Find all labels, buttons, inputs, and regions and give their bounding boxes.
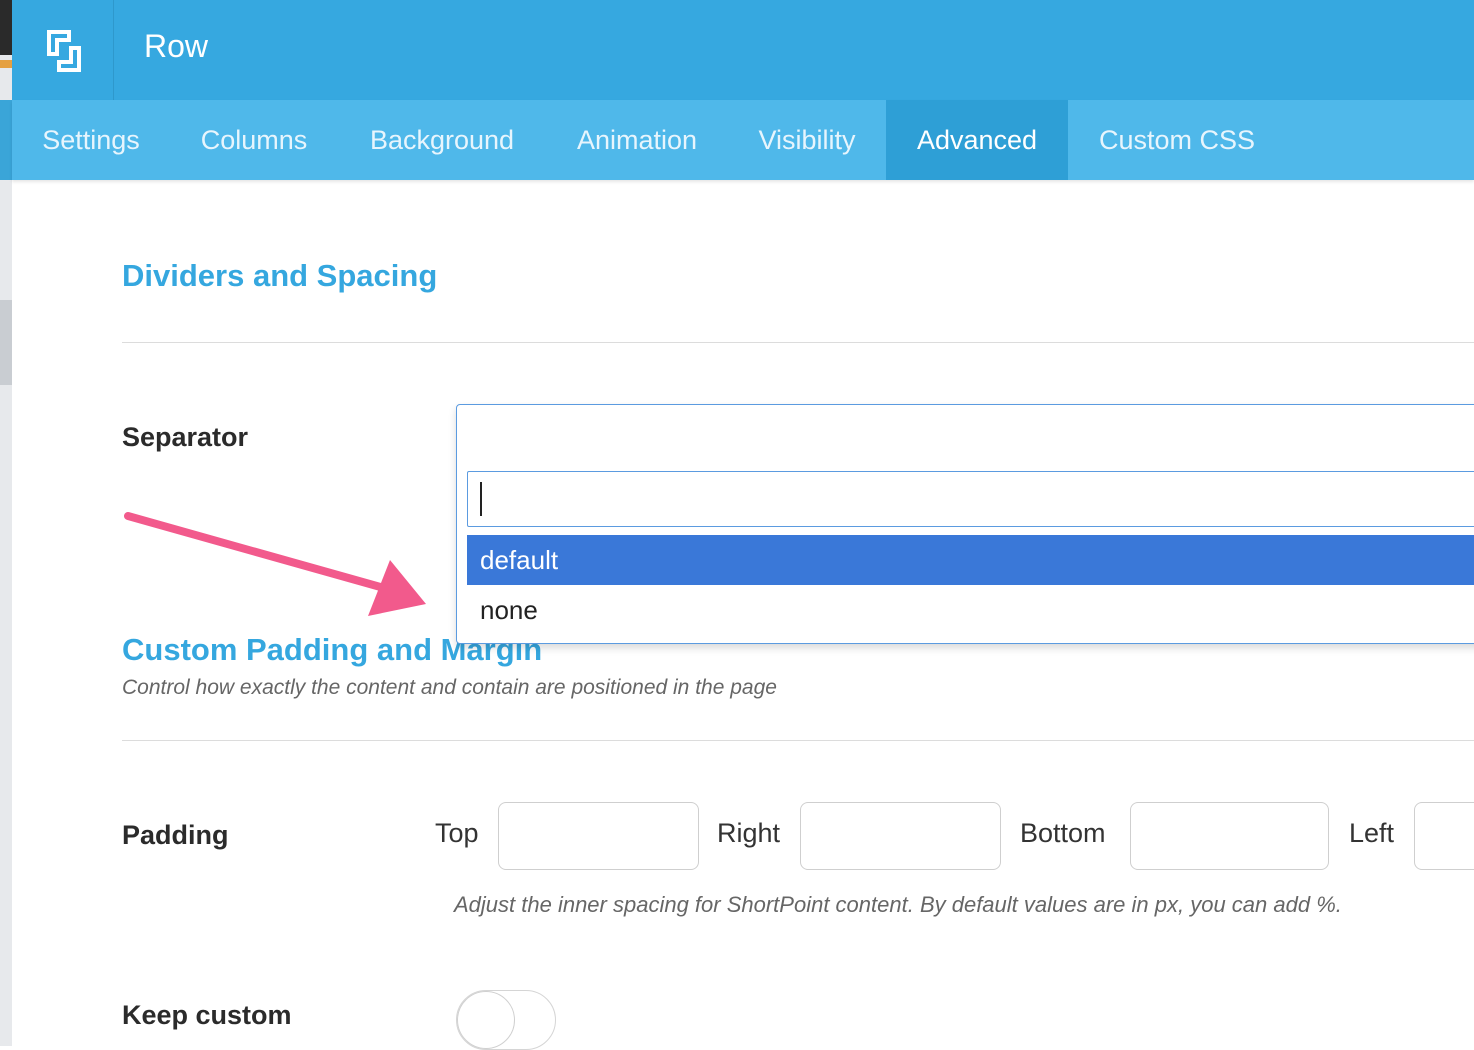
tab-advanced[interactable]: Advanced [886, 100, 1068, 180]
padding-top-input[interactable] [498, 802, 699, 870]
modal-title: Row [144, 28, 209, 64]
tab-animation[interactable]: Animation [546, 100, 728, 180]
padding-label: Padding [122, 820, 229, 850]
keep-custom-label: Keep custom [122, 1000, 292, 1030]
tab-visibility[interactable]: Visibility [728, 100, 886, 180]
modal-header: Row [12, 0, 1474, 100]
padding-right-input[interactable] [800, 802, 1001, 870]
keep-custom-toggle[interactable] [456, 990, 556, 1050]
text-caret [480, 482, 482, 516]
tab-settings[interactable]: Settings [12, 100, 170, 180]
separator-select-dropdown[interactable]: default none [456, 404, 1474, 644]
section-divider [122, 740, 1474, 741]
dividers-section-title: Dividers and Spacing [122, 258, 438, 293]
background-page-strip [0, 0, 12, 1046]
background-blue-block [0, 100, 12, 180]
pink-arrow-icon [124, 512, 426, 616]
padding-bottom-label: Bottom [1020, 818, 1106, 848]
option-none[interactable]: none [467, 585, 1474, 635]
padding-right-label: Right [717, 818, 781, 848]
tab-columns[interactable]: Columns [170, 100, 338, 180]
toggle-knob [457, 991, 515, 1049]
background-dark-block [0, 0, 12, 55]
tab-background[interactable]: Background [338, 100, 546, 180]
background-orange-line [0, 60, 12, 68]
padding-bottom-input[interactable] [1130, 802, 1329, 870]
separator-label: Separator [122, 422, 249, 452]
shortpoint-logo-icon [47, 30, 81, 72]
padding-left-label: Left [1349, 818, 1395, 848]
padding-left-input[interactable] [1414, 802, 1474, 870]
padding-section-subtitle: Control how exactly the content and cont… [122, 676, 777, 699]
row-settings-modal: Row Settings Columns Background Animatio… [12, 0, 1474, 1050]
tab-bar: Settings Columns Background Animation Vi… [12, 100, 1474, 180]
padding-top-label: Top [435, 818, 479, 848]
background-grey-block [0, 300, 12, 385]
logo-container [12, 0, 114, 100]
tab-custom-css[interactable]: Custom CSS [1068, 100, 1286, 180]
section-divider [122, 342, 1474, 343]
option-default[interactable]: default [467, 535, 1474, 585]
separator-search-input[interactable] [467, 471, 1474, 527]
padding-hint: Adjust the inner spacing for ShortPoint … [454, 892, 1342, 917]
